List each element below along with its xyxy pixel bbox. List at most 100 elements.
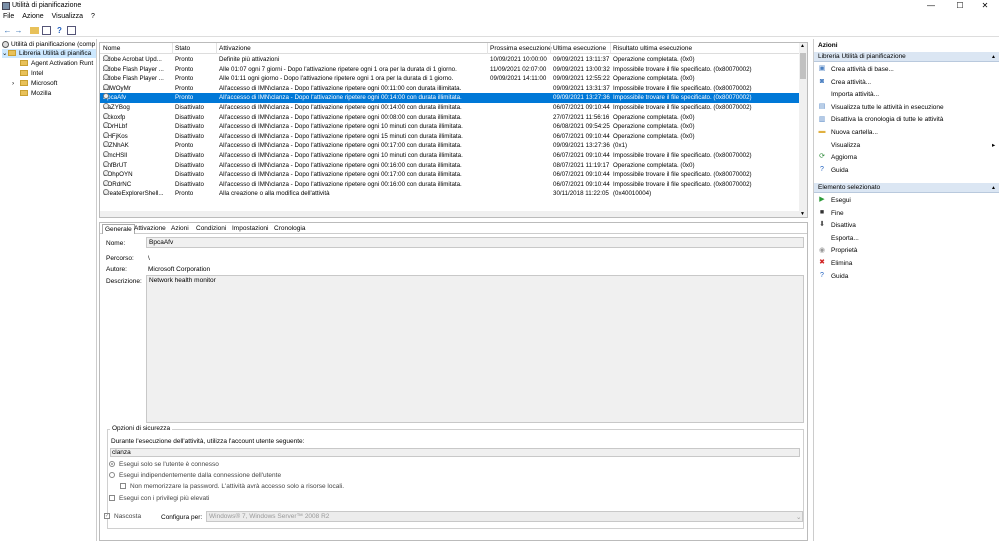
tree-library[interactable]: ⌄ Libreria Utilità di pianifica [2,49,96,58]
tab-generale[interactable]: Generale [102,224,135,234]
table-row[interactable]: ClZNhAK Pronto All'accesso di IMN\clanza -… [100,141,800,151]
tab-impostazioni[interactable]: Impostazioni [230,224,271,234]
action-item[interactable]: ▬ Nuova cartella... [818,128,878,138]
action-item[interactable]: Esporta... [818,234,859,244]
table-row[interactable]: Cckoxfp Disattivato All'accesso di IMN\cla… [100,112,800,123]
action-item[interactable]: ▣ Crea attività di base... [818,65,894,75]
action-item[interactable]: ⟳ Aggiorna [818,153,857,163]
back-arrow-icon[interactable]: ← [3,26,12,35]
name-field[interactable]: BpcaAfv [146,237,804,248]
collapse-up-icon[interactable]: ▲ [991,183,996,193]
column-header-stato[interactable]: Stato [175,45,190,52]
column-header-nome[interactable]: Nome [103,45,120,52]
table-row[interactable]: BpcaAfv Pronto All'accesso di IMN\clanza -… [100,93,800,103]
table-cell: Adobe Acrobat Upd... [103,55,173,65]
tab-azioni[interactable]: Azioni [169,224,191,234]
table-row[interactable]: CmcHSll Disattivato All'accesso di IMN\cla… [100,151,800,161]
cell-text: 09/09/2021 14:11:00 [490,75,547,83]
scroll-up-icon[interactable]: ▲ [800,43,805,49]
help-icon[interactable]: ? [55,26,64,35]
cell-text: Disattivato [175,180,204,188]
action-item[interactable]: ✖ Elimina [818,259,852,269]
cell-text: 09/09/2021 12:55:22 [553,75,610,83]
chevron-down-icon[interactable]: ⌄ [796,513,801,521]
no-password-checkbox[interactable]: Non memorizzare la password. L'attività … [120,483,344,490]
menu-file[interactable]: File [0,12,17,21]
action-item[interactable]: ▥ Disattiva la cronologia di tutte le att… [818,115,944,125]
column-divider[interactable] [172,43,173,54]
navigation-tree: Utilità di pianificazione (comp ⌄ Libreri… [0,39,97,541]
table-cell: 10/09/2021 10:00:00 [490,55,550,65]
folder-icon [20,60,28,67]
run-logged-on-radio[interactable]: Esegui solo se l'utente è connesso [109,461,219,468]
configure-for-select[interactable]: Windows® 7, Windows Server™ 2008 R2 [206,511,803,522]
hidden-checkbox[interactable]: ✓ Nascosta [104,513,141,520]
collapse-up-icon[interactable]: ▲ [991,52,996,62]
action-item[interactable]: ▤ Visualizza tutte le attività in esecuzi… [818,103,944,113]
action-item[interactable]: ◙ Crea attività... [818,78,871,88]
checkbox-icon [109,495,115,502]
menu-help[interactable]: ? [88,12,98,21]
table-row[interactable]: CaZYBog Disattivato All'accesso di IMN\cla… [100,103,800,113]
actions-section-selected[interactable]: Elemento selezionato ▲ [814,183,999,193]
vertical-scrollbar[interactable]: ▲ ▼ [799,43,807,217]
description-field[interactable]: Network health monitor [146,275,804,423]
column-divider[interactable] [216,43,217,54]
table-row[interactable]: Adobe Flash Player ... Pronto Alle 01:07 o… [100,64,800,75]
horizontal-scrollbar[interactable] [100,211,800,217]
table-row[interactable]: Adobe Acrobat Upd... Pronto Definite più a… [100,55,800,65]
column-header-attivazione[interactable]: Attivazione [219,45,251,52]
scroll-down-icon[interactable]: ▼ [800,211,805,217]
action-item[interactable]: ■ Fine [818,209,844,219]
column-divider[interactable] [550,43,551,54]
tab-attivazione[interactable]: Attivazione [132,224,168,234]
table-row[interactable]: CnfBrUT Disattivato All'accesso di IMN\cla… [100,160,800,171]
menu-visualizza[interactable]: Visualizza [49,12,86,21]
table-cell: 09/09/2021 13:00:32 [553,65,610,75]
tab-cronologia[interactable]: Cronologia [272,224,307,234]
actions-section-library[interactable]: Libreria Utilità di pianificazione ▲ [814,52,999,62]
cell-text: 06/07/2021 09:10:44 [553,152,610,159]
checkbox-icon [120,483,126,490]
action-item[interactable]: ◉ Proprietà [818,246,857,256]
tree-item-label: Microsoft [31,80,58,87]
show-hide-actions-icon[interactable] [67,26,76,35]
action-item[interactable]: Visualizza ▸ [818,141,995,151]
table-row[interactable]: Adobe Flash Player ... Pronto Alle 01:11 o… [100,74,800,84]
run-independent-radio[interactable]: Esegui indipendentemente dalla connessio… [109,472,281,479]
scrollbar-thumb[interactable] [800,53,806,79]
tree-item-intel[interactable]: Intel [20,69,43,78]
tab-condizioni[interactable]: Condizioni [194,224,228,234]
maximize-button[interactable]: ☐ [946,0,974,12]
tree-item-microsoft[interactable]: › Microsoft [12,79,57,88]
tree-item-agent-activation[interactable]: Agent Activation Runt [20,59,93,68]
column-header-prossima[interactable]: Prossima esecuzione [490,45,552,52]
table-row[interactable]: CDrHLbf Disattivato All'accesso di IMN\cla… [100,122,800,132]
highest-privileges-checkbox[interactable]: Esegui con i privilegi più elevati [109,495,209,502]
table-row[interactable]: adWOyMr Pronto All'accesso di IMN\clanza -… [100,83,800,94]
folder-icon [8,50,16,57]
action-item[interactable]: ? Guida [818,272,848,282]
table-row[interactable]: CHFjKos Disattivato All'accesso di IMN\cla… [100,131,800,142]
forward-arrow-icon[interactable]: → [14,26,23,35]
column-header-ultima[interactable]: Ultima esecuzione [553,45,606,52]
column-header-risultato[interactable]: Risultato ultima esecuzione [613,45,692,52]
column-divider[interactable] [487,43,488,54]
column-divider[interactable] [610,43,611,54]
close-button[interactable]: ✕ [971,0,999,12]
account-field[interactable]: clanza [110,448,800,457]
table-row[interactable]: CORdrNC Disattivato All'accesso di IMN\cla… [100,179,800,190]
folder-up-icon[interactable] [30,27,39,34]
action-item[interactable]: Importa attività... [818,90,879,100]
expand-chevron-icon[interactable]: › [12,79,20,88]
table-row[interactable]: CreateExplorerShell... Pronto Alla creazio… [100,189,800,199]
action-item[interactable]: ? Guida [818,166,848,176]
minimize-button[interactable]: — [917,0,945,12]
action-item[interactable]: ⬇ Disattiva [818,221,856,231]
action-item[interactable]: ▶ Esegui [818,196,851,206]
tree-item-mozilla[interactable]: Mozilla [20,89,51,98]
table-row[interactable]: COhpOYN Disattivato All'accesso di IMN\cla… [100,170,800,180]
show-hide-tree-icon[interactable] [42,26,51,35]
tree-root[interactable]: Utilità di pianificazione (comp [2,40,95,49]
menu-azione[interactable]: Azione [19,12,46,21]
